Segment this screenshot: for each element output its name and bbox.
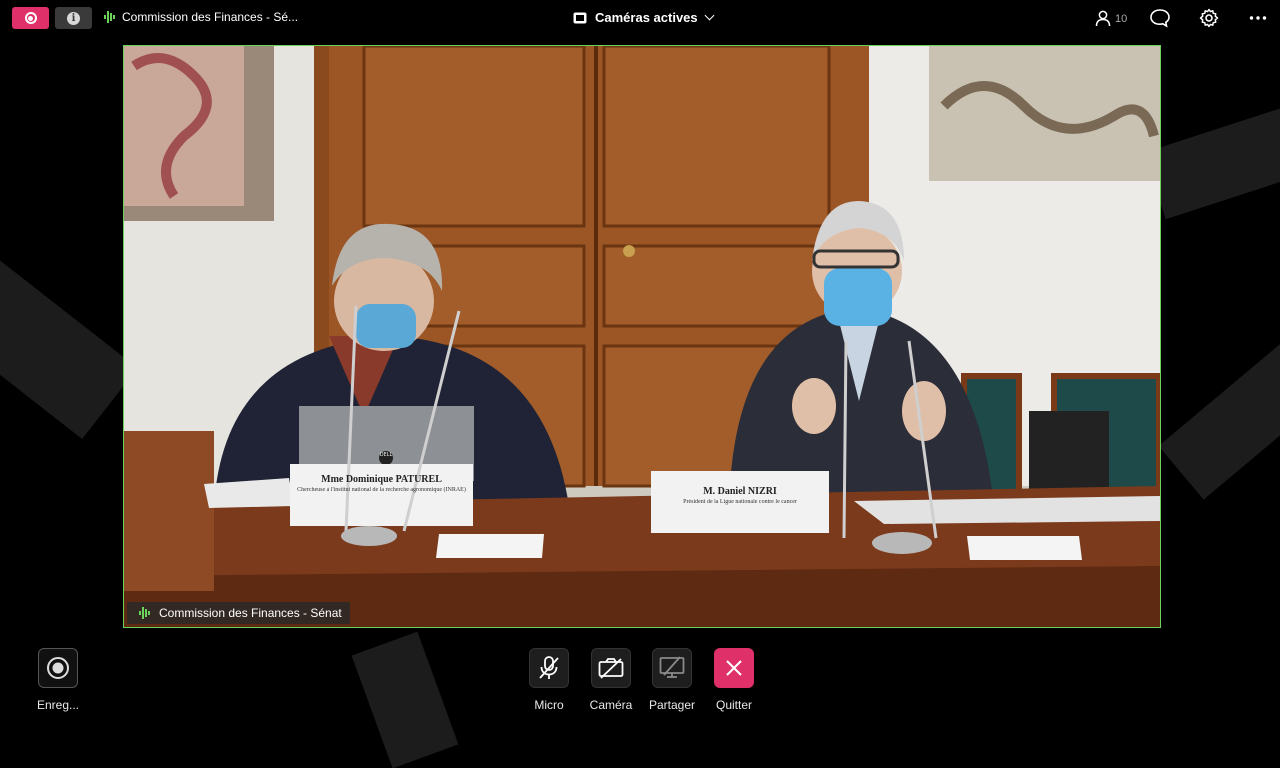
meeting-title: Commission des Finances - Sé... [122, 10, 299, 24]
placard-right-name: M. Daniel NIZRI [703, 486, 777, 497]
record-button[interactable] [38, 648, 78, 688]
quit-label: Quitter [715, 698, 752, 712]
chevron-down-icon [704, 10, 715, 21]
camera-off-icon [598, 658, 624, 679]
speaker-name: Commission des Finances - Sénat [159, 606, 342, 620]
meeting-title-area: Commission des Finances - Sé... [104, 10, 298, 24]
settings-button[interactable] [1199, 8, 1219, 33]
info-icon: i [67, 11, 80, 25]
audio-level-icon [139, 607, 150, 619]
participant-count: 10 [1115, 13, 1128, 25]
camera-button[interactable] [591, 648, 631, 688]
placard-left-name: Mme Dominique PATUREL [321, 474, 442, 485]
active-speaker-video[interactable]: DELL Mme Dominique PATUREL Chercheuse à … [123, 45, 1161, 628]
background-stripe-bottom [351, 631, 459, 768]
recording-button[interactable] [12, 7, 49, 29]
record-icon [24, 12, 37, 24]
close-icon [726, 660, 742, 676]
gear-icon [1199, 8, 1219, 28]
placard-right-subtitle: Président de la Ligue nationale contre l… [683, 499, 797, 505]
placard-left-subtitle: Chercheuse à l'institut national de la r… [297, 487, 466, 493]
audio-level-icon [104, 11, 115, 23]
record-label: Enreg... [36, 698, 80, 712]
camera-view-label: Caméras actives [595, 10, 698, 25]
camera-view-selector[interactable]: Caméras actives [573, 10, 715, 25]
chat-icon [1150, 9, 1170, 28]
more-icon [1249, 16, 1267, 20]
screen-share-off-icon [659, 656, 685, 678]
quit-button[interactable] [714, 648, 754, 688]
participants-button[interactable]: 10 [1094, 9, 1127, 27]
chat-button[interactable] [1149, 8, 1171, 33]
background-stripe-right [1144, 90, 1280, 220]
camera-view-icon [573, 12, 587, 23]
more-options-button[interactable] [1249, 10, 1267, 31]
top-bar: i Commission des Finances - Sé... Caméra… [0, 0, 1280, 37]
background-stripe-left [0, 251, 138, 439]
speaker-name-tag: Commission des Finances - Sénat [127, 602, 350, 624]
record-icon [47, 657, 69, 679]
mic-button[interactable] [529, 648, 569, 688]
background-stripe-right-2 [1158, 330, 1280, 500]
mic-muted-icon [539, 656, 559, 679]
share-button[interactable] [652, 648, 692, 688]
person-icon [1095, 10, 1111, 27]
info-button[interactable]: i [55, 7, 92, 29]
laptop-logo: DELL [379, 452, 393, 458]
video-frame-scene [124, 46, 1160, 627]
